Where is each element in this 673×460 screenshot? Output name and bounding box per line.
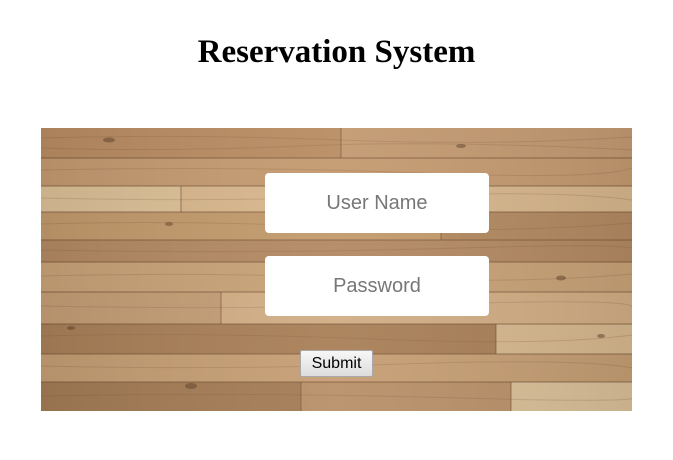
submit-button[interactable]: Submit [300,350,373,377]
login-panel: Submit [41,128,632,411]
page-title: Reservation System [197,34,476,70]
username-input[interactable] [265,173,489,233]
password-input[interactable] [265,256,489,316]
